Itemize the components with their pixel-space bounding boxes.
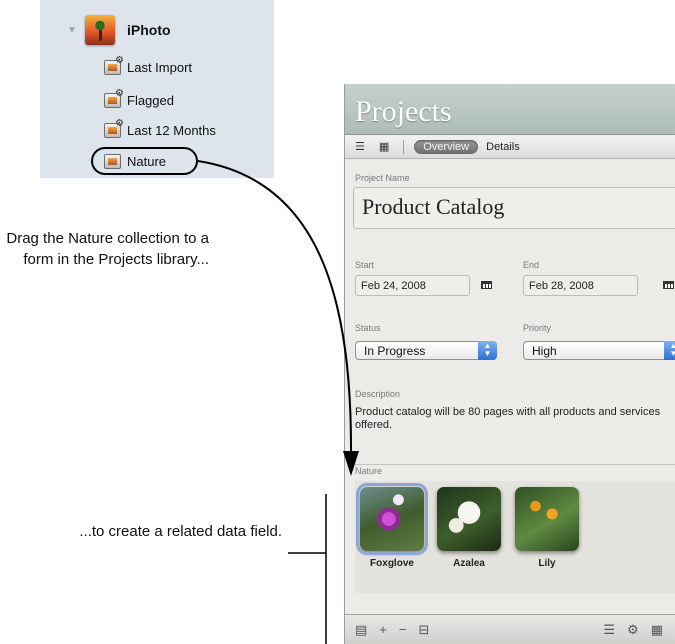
photo-thumbnail[interactable] [356, 483, 428, 555]
album-flagged[interactable]: ⚙ Flagged [104, 88, 174, 111]
end-date-field[interactable]: Feb 28, 2008 [523, 275, 638, 296]
album-last-import[interactable]: ⚙ Last Import [104, 55, 193, 78]
album-label: Flagged [127, 92, 174, 108]
start-date-field[interactable]: Feb 24, 2008 [355, 275, 470, 296]
photo-label: Foxglove [370, 558, 414, 569]
photo-label: Azalea [453, 558, 485, 569]
description-label: Description [355, 389, 401, 399]
photo-item[interactable]: Foxglove [356, 483, 428, 569]
form-body: Project Name Product Catalog Start Feb 2… [345, 159, 675, 614]
minus-icon[interactable]: − [399, 622, 407, 637]
window-title: Projects [355, 95, 452, 128]
status-label: Status [355, 323, 381, 333]
disclosure-triangle-icon[interactable]: ▼ [67, 25, 85, 36]
start-label: Start [355, 260, 375, 270]
bottom-toolbar: ▤ + − ⊟ ☰ ⚙ ▦ [345, 614, 675, 644]
callout-create-text: ...to create a related data field. [79, 523, 282, 540]
project-name-label: Project Name [355, 173, 410, 183]
end-label: End [523, 260, 540, 270]
calendar-icon[interactable] [663, 281, 674, 289]
priority-value: High [532, 344, 557, 358]
project-name-field[interactable]: Product Catalog [353, 187, 675, 229]
field-icon[interactable]: ⊟ [418, 622, 429, 638]
photo-label: Lily [538, 558, 556, 569]
view-toolbar: ☰ ▦ Overview Details [345, 135, 675, 159]
calendar-icon[interactable] [481, 281, 492, 289]
priority-label: Priority [523, 323, 552, 333]
smart-album-icon: ⚙ [104, 55, 124, 75]
projects-window: Projects ☰ ▦ Overview Details Project Na… [344, 84, 675, 644]
iphoto-icon [85, 15, 115, 45]
drag-arrow-path [197, 160, 353, 456]
status-value: In Progress [364, 344, 426, 358]
album-label: Last 12 Months [127, 122, 216, 138]
photo-item[interactable]: Azalea [435, 487, 503, 569]
nature-related-field[interactable]: Foxglove Azalea Lily [355, 481, 675, 593]
toolbar-divider [403, 139, 405, 154]
callout-drag-text: Drag the Nature collection to a form in … [6, 230, 209, 268]
list-icon[interactable]: ☰ [603, 622, 615, 638]
grid-icon[interactable]: ▦ [651, 622, 663, 638]
list-view-icon[interactable]: ☰ [355, 140, 365, 153]
album-label: Last Import [127, 59, 193, 75]
tab-details[interactable]: Details [486, 141, 520, 153]
tab-overview[interactable]: Overview [414, 139, 479, 154]
popup-arrows-icon: ▲▼ [478, 341, 497, 360]
smart-album-icon: ⚙ [104, 88, 124, 108]
iphoto-source-row[interactable]: ▼ iPhoto [67, 10, 171, 50]
plus-icon[interactable]: + [379, 622, 387, 637]
priority-popup[interactable]: High ▲▼ [523, 341, 675, 360]
album-last-12-months[interactable]: ⚙ Last 12 Months [104, 118, 216, 141]
popup-arrows-icon: ▲▼ [664, 341, 675, 360]
description-field[interactable]: Product catalog will be 80 pages with al… [353, 403, 675, 465]
photo-item[interactable]: Lily [513, 487, 581, 569]
grid-view-icon[interactable]: ▦ [379, 140, 389, 153]
photo-thumbnail[interactable] [515, 487, 579, 551]
iphoto-label: iPhoto [127, 22, 171, 38]
nature-highlight-outline [91, 147, 198, 175]
gear-icon[interactable]: ⚙ [627, 622, 639, 638]
add-record-icon[interactable]: ▤ [355, 622, 367, 638]
status-popup[interactable]: In Progress ▲ ▼ [355, 341, 497, 360]
nature-field-label: Nature [355, 466, 383, 476]
window-header: Projects [345, 84, 675, 135]
smart-album-icon: ⚙ [104, 118, 124, 138]
photo-thumbnail[interactable] [437, 487, 501, 551]
